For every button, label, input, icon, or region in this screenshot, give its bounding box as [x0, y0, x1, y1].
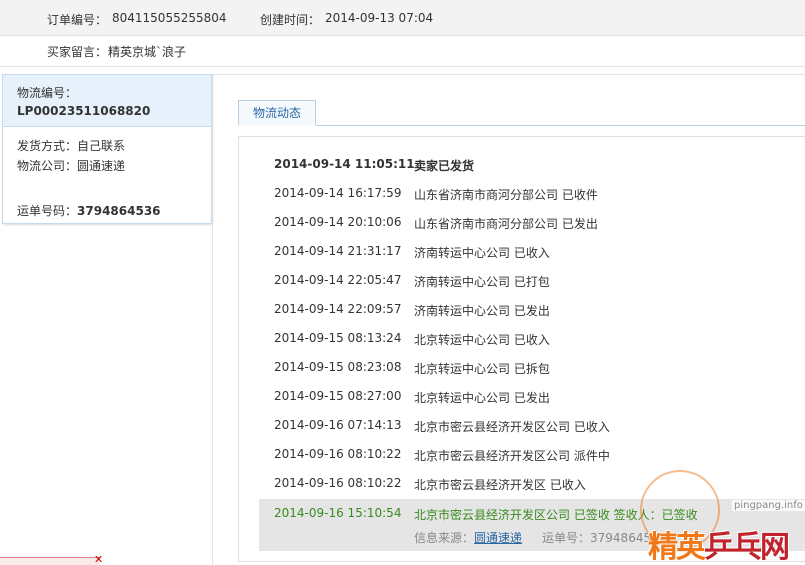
waybill-label: 运单号码： — [17, 204, 78, 218]
ship-method-row: 发货方式：自己联系 — [17, 137, 125, 154]
created-time: 2014-09-13 07:04 — [325, 11, 434, 25]
watermark-logo-b: 乒乓网 — [704, 530, 790, 565]
tracking-desc: 北京转运中心公司 已发出 — [414, 391, 550, 405]
logistics-id: LP00023511068820 — [17, 104, 151, 118]
tracking-desc: 山东省济南市商河分部公司 已收件 — [414, 188, 598, 202]
buyer-message-bar: 买家留言： 精英京城`浪子 — [0, 36, 805, 67]
tracking-time: 2014-09-14 21:31:17 — [274, 244, 402, 258]
tracking-time: 2014-09-16 08:10:22 — [274, 476, 402, 490]
order-number: 804115055255804 — [112, 11, 227, 25]
logistics-id-label: 物流编号： — [17, 86, 78, 100]
logistics-info-panel: 物流编号： LP00023511068820 发货方式：自己联系 物流公司：圆通… — [2, 74, 212, 224]
tracking-desc: 北京转运中心公司 已拆包 — [414, 362, 550, 376]
close-icon[interactable]: ✕ — [94, 553, 103, 565]
ship-method-label: 发货方式： — [17, 139, 78, 153]
tracking-desc: 济南转运中心公司 已收入 — [414, 246, 550, 260]
tab-underline — [238, 125, 805, 126]
tracking-desc: 北京市密云县经济开发区公司 已收入 — [414, 420, 610, 434]
top-divider — [213, 74, 805, 75]
order-info-bar: 订单编号： 804115055255804 创建时间： 2014-09-13 0… — [0, 0, 805, 36]
logistics-company: 圆通速递 — [77, 159, 126, 173]
tracking-time: 2014-09-15 08:13:24 — [274, 331, 402, 345]
column-divider — [212, 74, 213, 565]
tracking-desc: 北京市密云县经济开发区公司 派件中 — [414, 449, 610, 463]
watermark-logo: 精英乒乓网 — [648, 522, 790, 565]
tracking-time: 2014-09-15 08:27:00 — [274, 389, 402, 403]
tracking-desc: 济南转运中心公司 已发出 — [414, 304, 550, 318]
tab-logistics-updates[interactable]: 物流动态 — [238, 100, 316, 126]
tracking-time: 2014-09-14 22:09:57 — [274, 302, 402, 316]
waybill-row: 运单号码：3794864536 — [17, 202, 161, 219]
tracking-time: 2014-09-14 11:05:11 — [274, 157, 415, 171]
tracking-time: 2014-09-14 16:17:59 — [274, 186, 402, 200]
tracking-time: 2014-09-14 20:10:06 — [274, 215, 402, 229]
floating-bar — [0, 557, 100, 565]
buyer-message-label: 买家留言： — [47, 45, 108, 59]
tracking-desc: 济南转运中心公司 已打包 — [414, 275, 550, 289]
logistics-company-row: 物流公司：圆通速递 — [17, 157, 125, 174]
tracking-desc: 北京转运中心公司 已收入 — [414, 333, 550, 347]
buyer-message: 精英京城`浪子 — [108, 45, 187, 59]
tracking-desc: 山东省济南市商河分部公司 已发出 — [414, 217, 598, 231]
tracking-time: 2014-09-16 08:10:22 — [274, 447, 402, 461]
created-time-label: 创建时间： — [260, 13, 321, 27]
ship-method: 自己联系 — [77, 139, 126, 153]
info-source: 信息来源：圆通速递 — [414, 529, 522, 546]
tracking-time: 2014-09-15 08:23:08 — [274, 360, 402, 374]
tracking-time: 2014-09-16 07:14:13 — [274, 418, 402, 432]
logistics-id-block: 物流编号： LP00023511068820 — [3, 75, 211, 127]
latest-waybill-label: 运单号： — [542, 531, 591, 545]
waybill-number: 3794864536 — [77, 204, 161, 218]
latest-time: 2014-09-16 15:10:54 — [274, 506, 402, 520]
tracking-list: 2014-09-14 11:05:11 卖家已发货 2014-09-14 16:1… — [238, 136, 805, 562]
order-number-label: 订单编号： — [47, 13, 108, 27]
tracking-desc: 卖家已发货 — [414, 159, 475, 173]
watermark-logo-a: 精英 — [648, 530, 706, 565]
info-source-label: 信息来源： — [414, 531, 475, 545]
info-source-link[interactable]: 圆通速递 — [474, 531, 522, 545]
watermark-site: pingpang.info — [732, 500, 805, 511]
tracking-time: 2014-09-14 22:05:47 — [274, 273, 402, 287]
tracking-desc: 北京市密云县经济开发区 已收入 — [414, 478, 586, 492]
logistics-company-label: 物流公司： — [17, 159, 78, 173]
